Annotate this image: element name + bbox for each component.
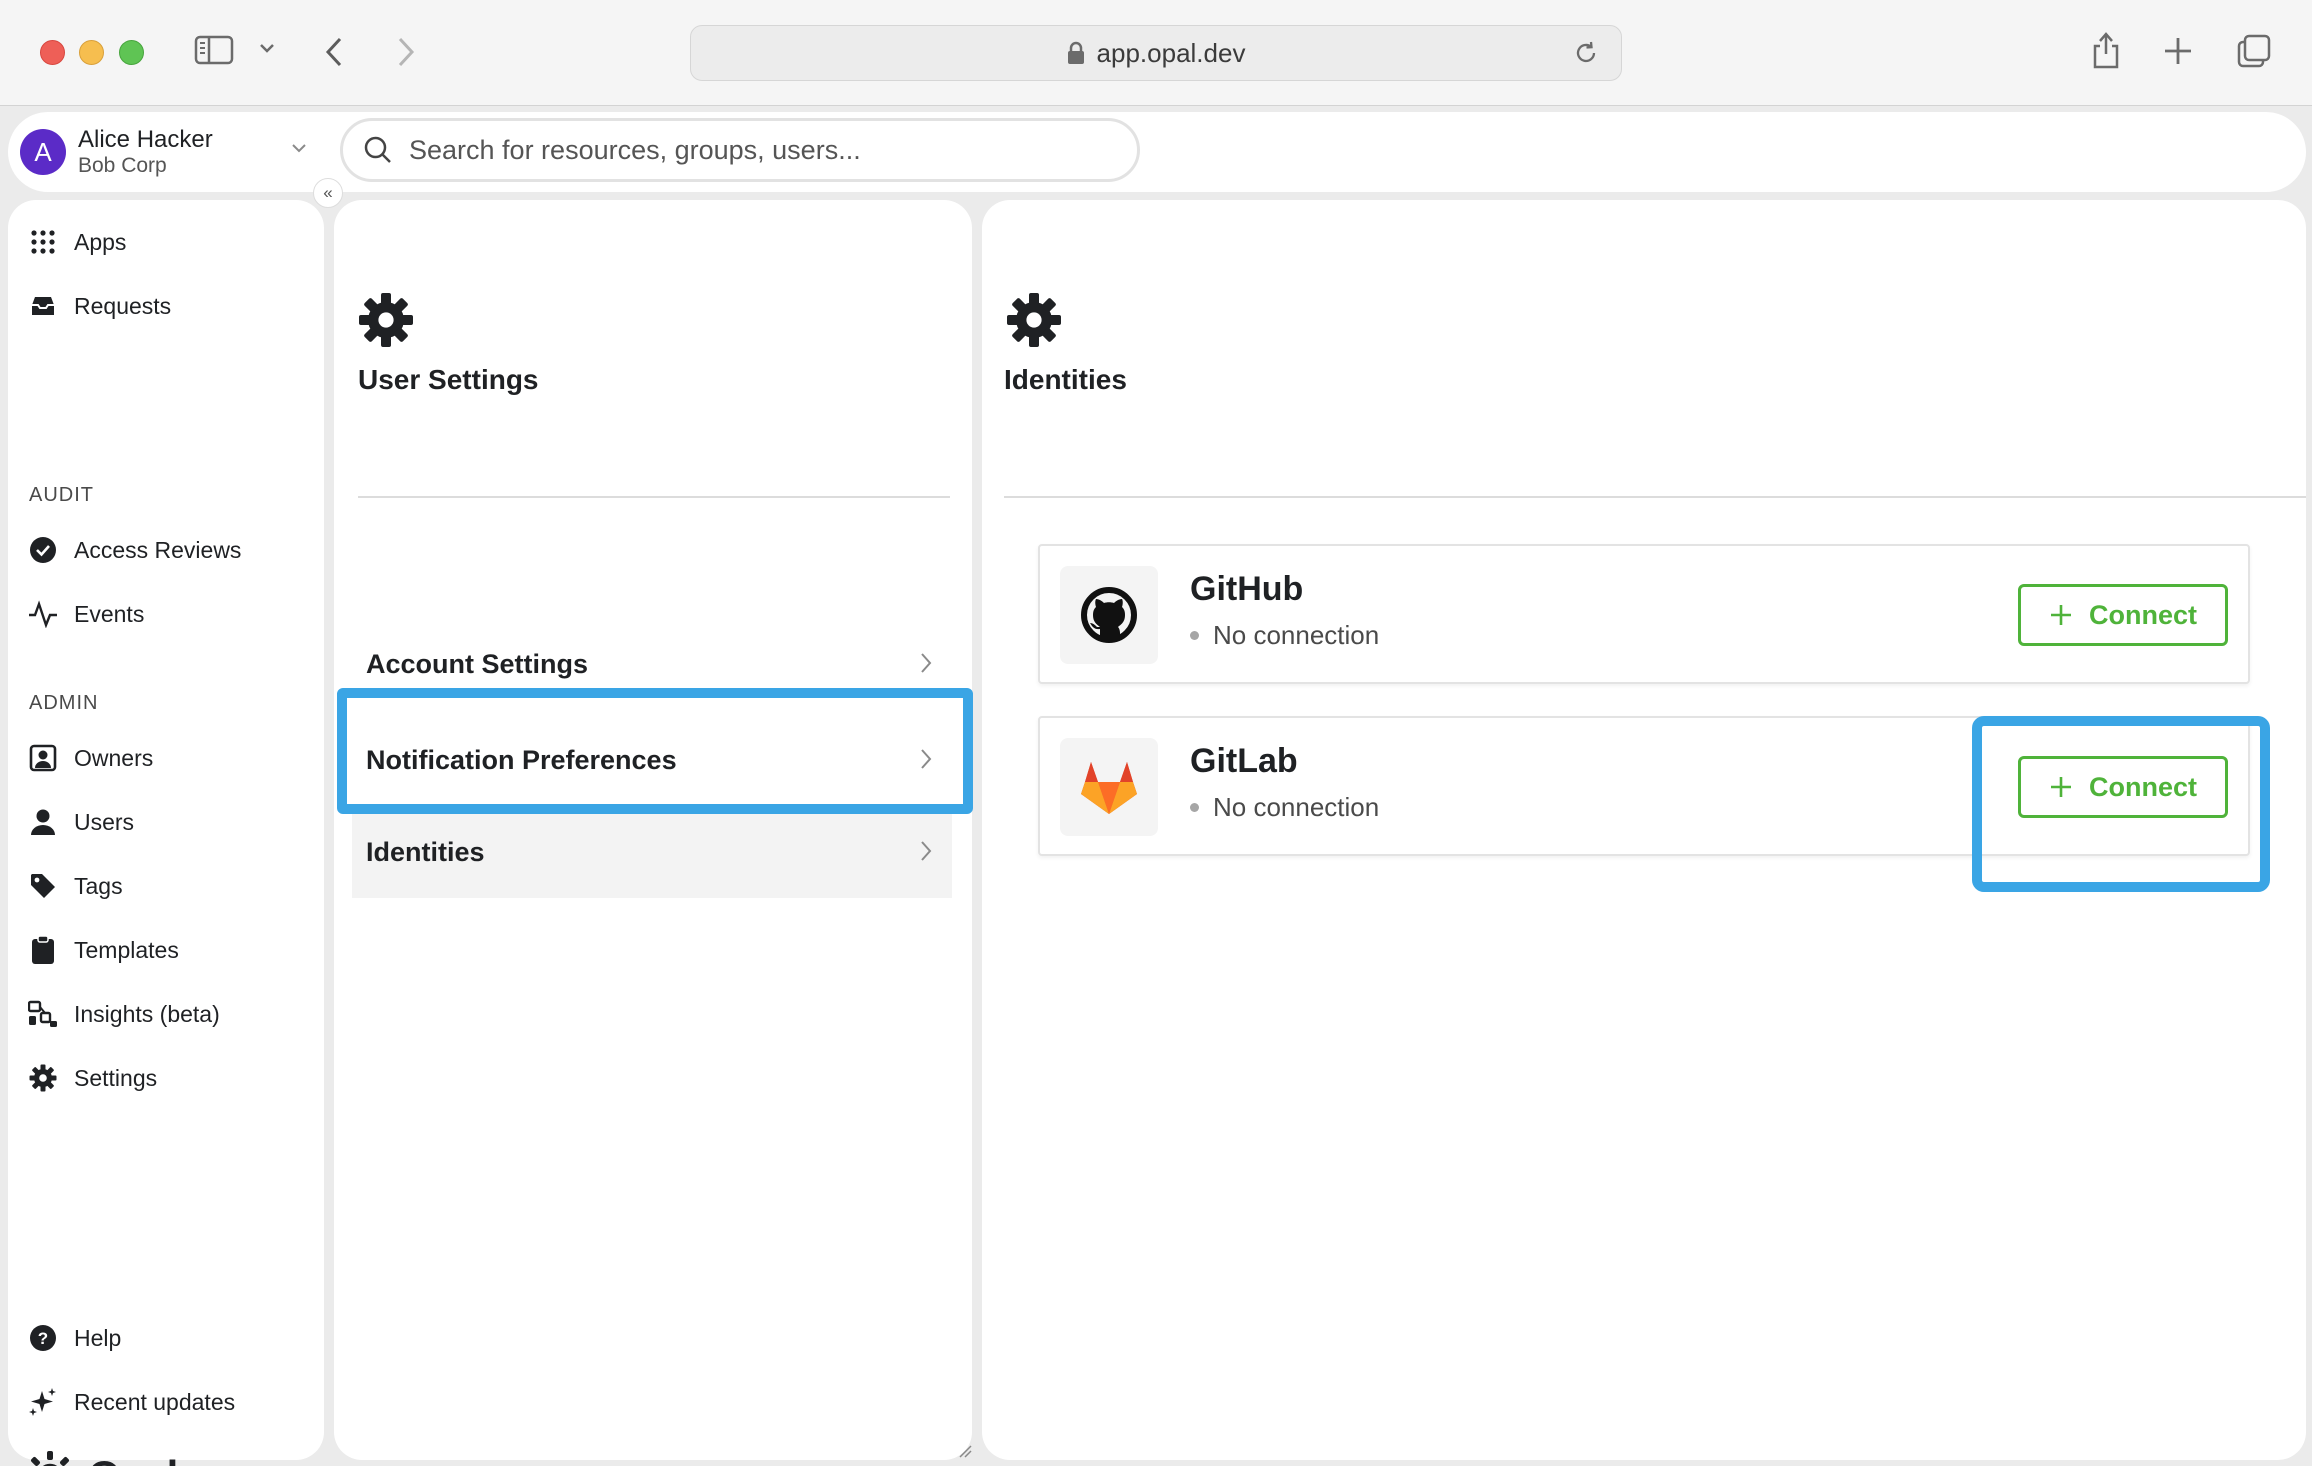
identity-name: GitHub [1190, 570, 1304, 608]
svg-text:?: ? [38, 1329, 48, 1348]
insights-icon [28, 999, 58, 1029]
reload-icon[interactable] [1573, 40, 1599, 66]
highlight-gitlab-connect [1972, 716, 2270, 892]
identity-status-text: No connection [1213, 620, 1380, 650]
collapse-sidebar-button[interactable]: « [313, 178, 343, 208]
sidebar-item-owners[interactable]: Owners [28, 738, 153, 778]
sidebar-item-label: Settings [74, 1064, 158, 1091]
opal-logo-text: Opal [88, 1452, 178, 1466]
sidebar-item-access-reviews[interactable]: Access Reviews [28, 530, 241, 570]
plus-icon [2049, 603, 2073, 627]
lock-icon [1067, 41, 1085, 65]
sidebar: Apps Requests AUDIT Access Reviews Event… [8, 200, 324, 1466]
chevron-down-icon [290, 142, 308, 154]
address-bar[interactable]: app.opal.dev [690, 25, 1622, 81]
search-placeholder: Search for resources, groups, users... [409, 134, 861, 165]
sidebar-item-requests[interactable]: Requests [28, 286, 171, 326]
identity-status: No connection [1190, 620, 1379, 651]
owner-icon [28, 743, 58, 773]
sidebar-item-label: Recent updates [74, 1388, 236, 1415]
sidebar-item-tags[interactable]: Tags [28, 866, 123, 906]
github-icon [1060, 566, 1158, 664]
sidebar-item-events[interactable]: Events [28, 594, 144, 634]
grid-icon [28, 227, 58, 257]
close-window-button[interactable] [40, 40, 65, 65]
share-icon[interactable] [2090, 30, 2122, 70]
address-url: app.opal.dev [1096, 37, 1246, 68]
sidebar-item-insights[interactable]: Insights (beta) [28, 994, 220, 1034]
sidebar-item-label: Users [74, 808, 135, 835]
sidebar-item-recent-updates[interactable]: Recent updates [28, 1382, 235, 1422]
settings-row-label: Identities [366, 836, 485, 867]
highlight-identities-row [337, 688, 973, 814]
sidebar-item-label: Tags [74, 872, 123, 899]
back-arrow-icon[interactable] [324, 36, 344, 68]
avatar: A [20, 129, 66, 175]
sidebar-item-templates[interactable]: Templates [28, 930, 179, 970]
settings-row-identities[interactable]: Identities [352, 806, 952, 898]
check-circle-icon [28, 535, 58, 565]
tab-overview-icon[interactable] [2236, 33, 2272, 69]
app-root: A Alice Hacker Bob Corp Search for resou… [0, 106, 2312, 1466]
sidebar-item-users[interactable]: Users [28, 802, 134, 842]
divider [358, 496, 950, 498]
connect-button-label: Connect [2089, 599, 2197, 630]
user-settings-panel: User Settings Account Settings Notificat… [334, 200, 972, 1460]
settings-row-label: Account Settings [366, 648, 589, 679]
inbox-icon [28, 291, 58, 321]
forward-arrow-icon[interactable] [396, 36, 416, 68]
account-org: Bob Corp [78, 154, 167, 177]
sidebar-item-label: Access Reviews [74, 536, 242, 563]
opal-logo-icon [31, 1451, 69, 1466]
identity-status: No connection [1190, 792, 1379, 823]
chevron-right-icon [920, 840, 932, 862]
sidebar-item-label: Owners [74, 744, 154, 771]
identity-name: GitLab [1190, 742, 1298, 780]
status-dot [1190, 803, 1199, 812]
search-icon [363, 135, 393, 165]
gear-icon [28, 1063, 58, 1093]
resize-grip-icon[interactable] [958, 1444, 972, 1463]
activity-icon [28, 599, 58, 629]
sidebar-item-label: Requests [74, 292, 172, 319]
sidebar-item-settings[interactable]: Settings [28, 1058, 157, 1098]
identities-gear-icon [1006, 292, 1062, 353]
search-input[interactable]: Search for resources, groups, users... [340, 118, 1140, 182]
gitlab-icon [1060, 738, 1158, 836]
help-icon: ? [28, 1323, 58, 1353]
identity-card-github: GitHub No connection Connect [1038, 544, 2250, 684]
identity-status-text: No connection [1213, 792, 1380, 822]
account-switcher[interactable]: A Alice Hacker Bob Corp [8, 112, 324, 192]
tag-icon [28, 871, 58, 901]
clipboard-icon [28, 935, 58, 965]
chevron-right-icon [920, 652, 932, 674]
sidebar-item-label: Help [74, 1324, 122, 1351]
connect-github-button[interactable]: Connect [2018, 584, 2228, 646]
minimize-window-button[interactable] [79, 40, 104, 65]
chevron-down-icon[interactable] [258, 42, 276, 54]
browser-toolbar: app.opal.dev [0, 0, 2312, 106]
sidebar-item-label: Apps [74, 228, 127, 255]
divider [1004, 496, 2306, 498]
account-name: Alice Hacker [78, 126, 213, 153]
sidebar-item-label: Templates [74, 936, 179, 963]
sidebar-item-help[interactable]: ? Help [28, 1318, 121, 1358]
sidebar-toggle-icon[interactable] [194, 34, 234, 66]
section-heading-admin: ADMIN [29, 692, 99, 714]
sidebar-item-apps[interactable]: Apps [28, 222, 126, 262]
page-title: User Settings [358, 364, 539, 395]
zoom-window-button[interactable] [119, 40, 144, 65]
settings-gear-icon [358, 292, 414, 353]
sidebar-item-label: Events [74, 600, 145, 627]
opal-logo[interactable]: Opal [24, 1450, 178, 1466]
identities-title: Identities [1004, 364, 1127, 395]
sparkle-icon [28, 1387, 58, 1417]
status-dot [1190, 631, 1199, 640]
sidebar-item-label: Insights (beta) [74, 1000, 220, 1027]
section-heading-audit: AUDIT [29, 484, 94, 506]
user-icon [28, 807, 58, 837]
new-tab-icon[interactable] [2163, 36, 2193, 66]
